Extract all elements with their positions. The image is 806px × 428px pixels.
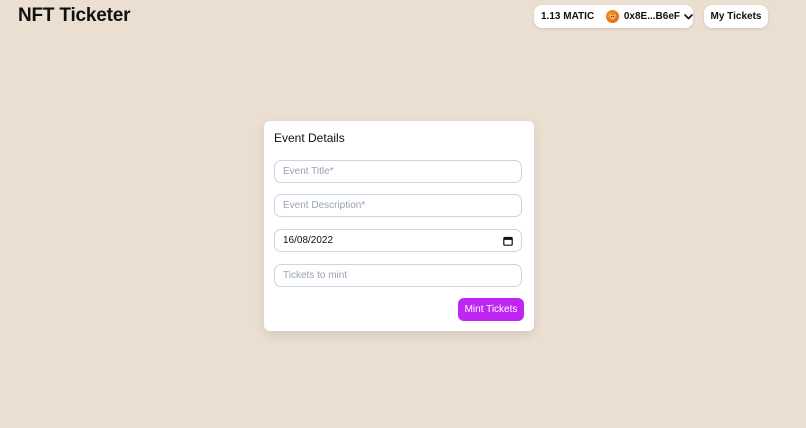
calendar-icon[interactable]	[503, 236, 513, 246]
mint-tickets-button[interactable]: Mint Tickets	[458, 298, 524, 321]
event-title-placeholder: Event Title*	[283, 166, 334, 177]
event-date-input[interactable]: 16/08/2022	[274, 229, 522, 252]
my-tickets-button[interactable]: My Tickets	[704, 5, 768, 28]
event-description-placeholder: Event Description*	[283, 200, 366, 211]
fox-avatar-icon	[605, 10, 619, 23]
card-title: Event Details	[274, 131, 345, 145]
tickets-to-mint-placeholder: Tickets to mint	[283, 270, 348, 281]
chevron-down-icon	[684, 13, 693, 20]
event-details-card: Event Details Event Title* Event Descrip…	[264, 121, 534, 331]
app-title: NFT Ticketer	[18, 5, 131, 26]
tickets-to-mint-input[interactable]: Tickets to mint	[274, 264, 522, 287]
wallet-balance: 1.13 MATIC	[541, 11, 595, 22]
account-button[interactable]: 0x8E...B6eF	[597, 5, 693, 28]
wallet-pill[interactable]: 1.13 MATIC 0x8E...B6eF	[534, 5, 693, 28]
event-title-input[interactable]: Event Title*	[274, 160, 522, 183]
event-date-value: 16/08/2022	[283, 235, 334, 246]
event-description-input[interactable]: Event Description*	[274, 194, 522, 217]
wallet-address: 0x8E...B6eF	[623, 11, 680, 22]
